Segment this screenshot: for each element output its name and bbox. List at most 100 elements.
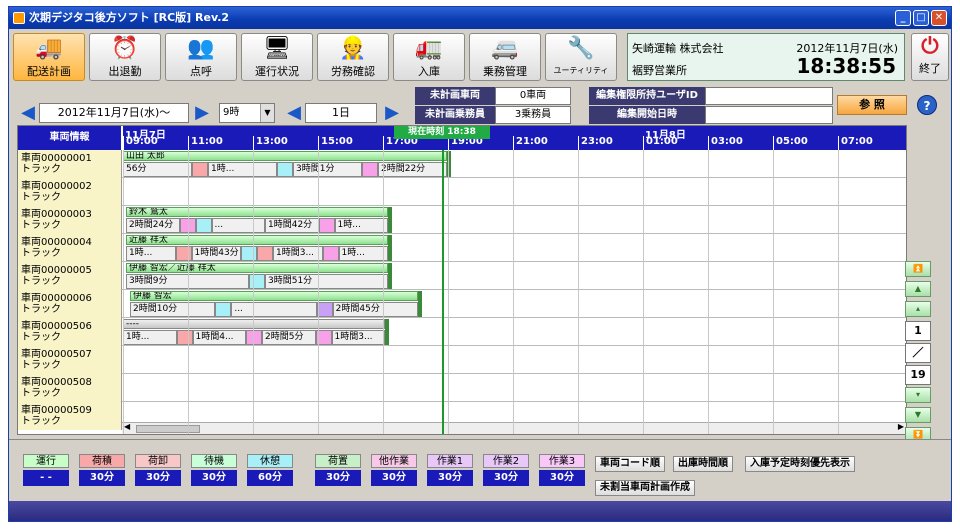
schedule-segment[interactable]: 1時... (123, 330, 177, 345)
schedule-segment[interactable]: 1時... (334, 218, 388, 233)
legend-duration[interactable]: 30分 (315, 470, 361, 486)
toolbar-rollcall-button[interactable]: 👥 点呼 (165, 33, 237, 81)
schedule-segment[interactable] (215, 302, 232, 317)
chevron-down-icon[interactable]: ▼ (260, 104, 274, 122)
schedule-segment[interactable] (318, 218, 335, 233)
next-date-button[interactable]: ▶ (193, 103, 211, 123)
scroll-thumb[interactable] (136, 425, 200, 433)
legend-item[interactable]: 他作業 30分 (371, 454, 417, 486)
schedule-bar[interactable]: ---- 1時... 1時間4... 2時間5分 1時間3... (123, 319, 389, 345)
page-first-icon[interactable]: ⏫ (905, 261, 931, 277)
sort-depart-time-button[interactable]: 出庫時間順 (673, 456, 733, 472)
toolbar-labor-button[interactable]: 👷 労務確認 (317, 33, 389, 81)
vehicle-cell[interactable]: 車両00000006 トラック (18, 290, 122, 318)
schedule-segment[interactable] (257, 246, 273, 261)
maximize-button[interactable]: □ (913, 10, 929, 26)
schedule-segment[interactable] (316, 302, 333, 317)
minimize-button[interactable]: _ (895, 10, 911, 26)
schedule-segment[interactable]: 1時... (338, 246, 388, 261)
schedule-segment[interactable]: 3時間1分 (293, 162, 362, 177)
vehicle-cell[interactable]: 車両00000508 トラック (18, 374, 122, 402)
vehicle-cell[interactable]: 車両00000506 トラック (18, 318, 122, 346)
schedule-segment[interactable] (175, 246, 192, 261)
schedule-segment[interactable]: 1時... (126, 246, 176, 261)
next-span-button[interactable]: ▶ (383, 103, 401, 123)
legend-item[interactable]: 運行 - - (23, 454, 69, 486)
legend-duration[interactable]: 30分 (371, 470, 417, 486)
schedule-bar[interactable]: 近藤 祥太 1時... 1時間43分 1時間3... 1時... (126, 235, 392, 261)
schedule-bar[interactable]: 山田 太郎 56分 1時... 3時間1分 2時間22分 (123, 151, 451, 177)
prev-date-button[interactable]: ◀ (19, 103, 37, 123)
vehicle-cell[interactable]: 車両00000001 トラック (18, 150, 122, 178)
exit-button[interactable]: ⏻ 終了 (911, 33, 949, 81)
date-field[interactable]: 2012年11月7日(水)～ (39, 103, 189, 123)
legend-duration[interactable]: 30分 (483, 470, 529, 486)
legend-duration[interactable]: 30分 (135, 470, 181, 486)
schedule-segment[interactable]: 1時間3... (331, 330, 385, 345)
scroll-right-icon[interactable]: ▶ (898, 422, 904, 431)
schedule-segment[interactable]: 56分 (123, 162, 192, 177)
schedule-segment[interactable]: 2時間24分 (126, 218, 180, 233)
close-icon[interactable]: ✕ (931, 10, 947, 26)
page-up-icon[interactable]: ▴ (905, 301, 931, 317)
legend-duration[interactable]: - - (23, 470, 69, 486)
legend-duration[interactable]: 30分 (191, 470, 237, 486)
schedule-segment[interactable]: 2時間22分 (378, 162, 447, 177)
schedule-bar[interactable]: 伊藤 智宏 2時間10分... 2時間45分 (130, 291, 422, 317)
vehicle-cell[interactable]: 車両00000003 トラック (18, 206, 122, 234)
vehicle-cell[interactable]: 車両00000002 トラック (18, 178, 122, 206)
legend-item[interactable]: 作業3 30分 (539, 454, 585, 486)
schedule-segment[interactable] (246, 330, 262, 345)
schedule-segment[interactable] (192, 162, 208, 177)
legend-item[interactable]: 作業2 30分 (483, 454, 529, 486)
vehicle-cell[interactable]: 車両00000005 トラック (18, 262, 122, 290)
legend-item[interactable]: 作業1 30分 (427, 454, 473, 486)
schedule-segment[interactable]: 1時間42分 (265, 218, 319, 233)
schedule-segment[interactable]: 2時間5分 (262, 330, 316, 345)
toolbar-attendance-button[interactable]: ⏰ 出退勤 (89, 33, 161, 81)
span-field[interactable]: 1日 (305, 103, 377, 123)
create-unassigned-plan-button[interactable]: 未割当車両計画作成 (595, 480, 695, 496)
horizontal-scrollbar[interactable]: ◀ ▶ (122, 422, 906, 434)
schedule-segment[interactable] (249, 274, 265, 289)
schedule-segment[interactable] (277, 162, 293, 177)
schedule-segment[interactable]: 1時間43分 (191, 246, 241, 261)
schedule-segment[interactable]: 1時間4... (192, 330, 246, 345)
toolbar-crew-button[interactable]: 🚐 乗務管理 (469, 33, 541, 81)
legend-item[interactable]: 荷積 30分 (79, 454, 125, 486)
toolbar-status-button[interactable]: 🖥 運行状況 (241, 33, 313, 81)
scroll-left-icon[interactable]: ◀ (124, 422, 130, 431)
page-down-icon[interactable]: ▾ (905, 387, 931, 403)
schedule-segment[interactable]: 1時... (208, 162, 277, 177)
vehicle-cell[interactable]: 車両00000507 トラック (18, 346, 122, 374)
schedule-segment[interactable] (362, 162, 378, 177)
vehicle-cell[interactable]: 車両00000004 トラック (18, 234, 122, 262)
legend-item[interactable]: 荷卸 30分 (135, 454, 181, 486)
schedule-bar[interactable]: 鈴木 鷲太 2時間24分... 1時間42分 1時... (126, 207, 392, 233)
legend-item[interactable]: 休憩 60分 (247, 454, 293, 486)
schedule-segment[interactable]: 2時間10分 (130, 302, 216, 317)
schedule-segment[interactable] (322, 246, 339, 261)
help-icon[interactable]: ? (917, 95, 937, 115)
schedule-segment[interactable]: 2時間45分 (332, 302, 418, 317)
prev-span-button[interactable]: ◀ (285, 103, 303, 123)
schedule-segment[interactable] (241, 246, 257, 261)
toolbar-plan-button[interactable]: 🚚 配送計画 (13, 33, 85, 81)
schedule-segment[interactable]: 3時間51分 (265, 274, 388, 289)
schedule-segment[interactable] (195, 218, 212, 233)
reference-button[interactable]: 参 照 (837, 95, 907, 115)
schedule-segment[interactable]: ... (211, 218, 265, 233)
vehicle-cell[interactable]: 車両00000509 トラック (18, 402, 122, 430)
hour-select[interactable]: 9時 ▼ (219, 103, 275, 123)
legend-duration[interactable]: 60分 (247, 470, 293, 486)
schedule-segment[interactable] (176, 330, 193, 345)
schedule-segment[interactable]: 1時間3... (273, 246, 323, 261)
page-down-fast-icon[interactable]: ▼ (905, 407, 931, 423)
schedule-bar[interactable]: 伊藤 智宏／近藤 祥太 3時間9分 3時間51分 (126, 263, 392, 289)
legend-duration[interactable]: 30分 (427, 470, 473, 486)
schedule-segment[interactable]: ... (231, 302, 317, 317)
legend-item[interactable]: 待機 30分 (191, 454, 237, 486)
toolbar-inbound-button[interactable]: 🚛 入庫 (393, 33, 465, 81)
legend-duration[interactable]: 30分 (539, 470, 585, 486)
toolbar-utility-button[interactable]: 🔧 ユーティリティ (545, 33, 617, 81)
